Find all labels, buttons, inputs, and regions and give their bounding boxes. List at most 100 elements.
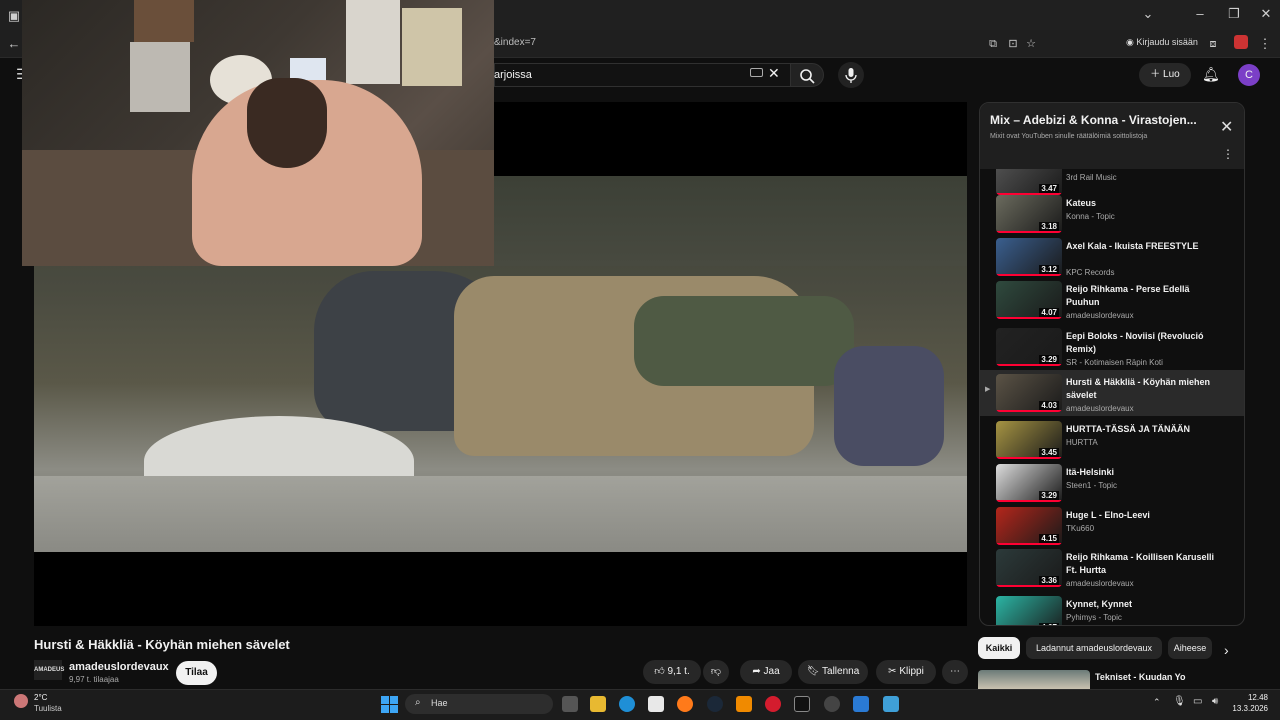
weather-temp[interactable]: 2°C xyxy=(34,693,47,702)
channel-name[interactable]: amadeuslordevaux xyxy=(69,661,169,673)
playlist-item[interactable]: 3.36 Reijo Rihkama - Koillisen Karuselli … xyxy=(980,545,1244,591)
close-window-icon[interactable]: ✕ xyxy=(1256,0,1276,28)
channel-logo[interactable]: AMADEUS xyxy=(34,660,64,680)
playlist-item[interactable]: 4.07 Kynnet, Kynnet Pyhimys - Topic xyxy=(980,592,1244,625)
playlist-item-thumbnail[interactable]: 4.07 xyxy=(996,596,1062,625)
extension-badge-icon[interactable] xyxy=(1234,35,1248,49)
notifications-bell-icon[interactable]: 🔔︎ xyxy=(1202,66,1220,83)
playlist-item-title[interactable]: Huge L - Elno-Leevi xyxy=(1066,509,1216,522)
playlist-item[interactable]: 4.15 Huge L - Elno-Leevi TKu660 xyxy=(980,503,1244,545)
playlist-item[interactable]: 3.29 Itä-Helsinki Steen1 - Topic xyxy=(980,460,1244,502)
like-button[interactable]: 👍︎ 9,1 t. xyxy=(643,660,701,684)
playlist-item-channel[interactable]: TKu660 xyxy=(1066,524,1094,533)
remote-desktop-icon[interactable] xyxy=(883,696,899,712)
playlist-item-thumbnail[interactable]: 3.29 xyxy=(996,464,1062,502)
save-button[interactable]: 🔖︎ Tallenna xyxy=(798,660,868,684)
playlist-item-channel[interactable]: amadeuslordevaux xyxy=(1066,404,1134,413)
voice-search-button[interactable] xyxy=(838,62,864,88)
file-explorer-icon[interactable] xyxy=(590,696,606,712)
browser-menu-icon[interactable]: ⋮ xyxy=(1256,30,1274,58)
playlist-item-thumbnail[interactable]: 3.45 xyxy=(996,421,1062,459)
playlist-item[interactable]: 3.45 HURTTA-TÄSSÄ JA TÄNÄÄN HURTTA xyxy=(980,417,1244,459)
steam-icon[interactable] xyxy=(707,696,723,712)
extensions-icon[interactable]: ⧈ xyxy=(1204,30,1222,58)
playlist-item-thumbnail[interactable]: 3.29 xyxy=(996,328,1062,366)
playlist-item-channel[interactable]: Konna - Topic xyxy=(1066,212,1115,221)
tab-actions-icon[interactable]: ▣ xyxy=(4,2,24,30)
terminal-icon[interactable] xyxy=(794,696,810,712)
chatgpt-icon[interactable] xyxy=(824,696,840,712)
create-button[interactable]: ＋ Luo xyxy=(1139,63,1191,87)
playlist-item-thumbnail[interactable]: 4.07 xyxy=(996,281,1062,319)
playlist-item-channel[interactable]: amadeuslordevaux xyxy=(1066,311,1134,320)
playlist-item-title[interactable]: Reijo Rihkama - Perse Edellä Puuhun xyxy=(1066,283,1216,309)
back-icon[interactable]: ← xyxy=(4,30,24,58)
dislike-button[interactable]: 👎︎ xyxy=(703,660,729,684)
firefox-icon[interactable] xyxy=(677,696,693,712)
maximize-icon[interactable]: ❐ xyxy=(1224,0,1244,28)
chip-all[interactable]: Kaikki xyxy=(978,637,1020,659)
task-view-icon[interactable] xyxy=(562,696,578,712)
playlist-item-title[interactable]: Kynnet, Kynnet xyxy=(1066,598,1216,611)
clip-button[interactable]: ✂ Klippi xyxy=(876,660,936,684)
playlist-title[interactable]: Mix – Adebizi & Konna - Virastojen... xyxy=(990,113,1208,127)
taskbar-search-input[interactable]: ⌕ Hae xyxy=(405,694,553,714)
subscribe-button[interactable]: Tilaa xyxy=(176,661,217,685)
edge-icon[interactable] xyxy=(619,696,635,712)
opera-icon[interactable] xyxy=(765,696,781,712)
search-button[interactable] xyxy=(790,63,824,87)
playlist-item-title[interactable]: Kateus xyxy=(1066,197,1216,210)
app-install-icon[interactable]: ⊡ xyxy=(1004,30,1022,58)
playlist-item-title[interactable]: Hursti & Häkkliä - Köyhän miehen sävelet xyxy=(1066,376,1216,402)
clock-date[interactable]: 13.3.2026 xyxy=(1226,704,1268,713)
address-bar-url[interactable]: &index=7 xyxy=(494,37,536,48)
microphone-tray-icon[interactable]: 🎙︎ xyxy=(1173,696,1186,707)
playlist-item-title[interactable]: Eepi Boloks - Noviisi (Revolució Remix) xyxy=(1066,330,1216,356)
keyboard-icon[interactable] xyxy=(750,68,763,77)
app-icon[interactable] xyxy=(853,696,869,712)
next-video-title[interactable]: Tekniset - Kuudan Yo xyxy=(1095,672,1186,682)
vlc-icon[interactable] xyxy=(736,696,752,712)
tray-chevron-icon[interactable]: ⌃ xyxy=(1153,697,1161,708)
screenshot-icon[interactable]: ⧉ xyxy=(984,30,1002,58)
playlist-item-title[interactable]: Reijo Rihkama - Koillisen Karuselli Ft. … xyxy=(1066,551,1216,577)
playlist-item-title[interactable]: Axel Kala - Ikuista FREESTYLE xyxy=(1066,240,1216,253)
minimize-icon[interactable]: – xyxy=(1190,0,1210,28)
playlist-item-thumbnail[interactable]: 4.03 xyxy=(996,374,1062,412)
playlist-item-channel[interactable]: SR - Kotimaisen Räpin Koti xyxy=(1066,358,1163,367)
chip-uploaded-by[interactable]: Ladannut amadeuslordevaux xyxy=(1026,637,1162,659)
chips-next-arrow-icon[interactable]: › xyxy=(1224,642,1229,658)
playlist-item-thumbnail[interactable]: 3.18 xyxy=(996,195,1062,233)
playlist-item-thumbnail[interactable]: 3.12 xyxy=(996,238,1062,276)
windows-start-icon[interactable] xyxy=(381,696,398,713)
store-icon[interactable] xyxy=(648,696,664,712)
clear-search-icon[interactable]: ✕ xyxy=(768,65,780,82)
playlist-item-channel[interactable]: KPC Records xyxy=(1066,268,1114,277)
playlist-item[interactable]: 3.18 Kateus Konna - Topic xyxy=(980,191,1244,233)
playlist-item[interactable]: ▶ 4.03 Hursti & Häkkliä - Köyhän miehen sä… xyxy=(980,370,1244,416)
weather-icon[interactable] xyxy=(14,694,28,708)
clock-time[interactable]: 12.48 xyxy=(1232,693,1268,702)
avatar[interactable]: C xyxy=(1238,64,1260,86)
chip-related[interactable]: Aiheese xyxy=(1168,637,1212,659)
search-input[interactable] xyxy=(494,63,790,87)
more-actions-button[interactable]: ⋯ xyxy=(942,660,968,684)
close-playlist-icon[interactable]: ✕ xyxy=(1220,117,1233,137)
playlist-item[interactable]: 3.12 Axel Kala - Ikuista FREESTYLE KPC Rec… xyxy=(980,234,1244,277)
playlist-item-channel[interactable]: Steen1 - Topic xyxy=(1066,481,1117,490)
favorite-star-icon[interactable]: ☆ xyxy=(1022,30,1040,58)
playlist-item-thumbnail[interactable]: 4.15 xyxy=(996,507,1062,545)
volume-icon[interactable]: 🔊︎ xyxy=(1212,696,1218,707)
share-button[interactable]: ➦ Jaa xyxy=(740,660,792,684)
playlist-menu-icon[interactable]: ⋮ xyxy=(1222,147,1234,161)
signin-button[interactable]: ◉ Kirjaudu sisään xyxy=(1126,37,1198,48)
playlist-item-channel[interactable]: Pyhimys - Topic xyxy=(1066,613,1122,622)
playlist-item-channel[interactable]: amadeuslordevaux xyxy=(1066,579,1134,588)
playlist-item[interactable]: 4.07 Reijo Rihkama - Perse Edellä Puuhun a… xyxy=(980,277,1244,323)
next-video-thumbnail[interactable] xyxy=(978,670,1090,689)
playlist-item-thumbnail[interactable]: 3.36 xyxy=(996,549,1062,587)
playlist-item-title[interactable]: HURTTA-TÄSSÄ JA TÄNÄÄN xyxy=(1066,423,1216,436)
network-icon[interactable]: ▭ xyxy=(1193,696,1202,707)
playlist-item-channel[interactable]: HURTTA xyxy=(1066,438,1098,447)
playlist-item[interactable]: 3.29 Eepi Boloks - Noviisi (Revolució Rem… xyxy=(980,324,1244,370)
